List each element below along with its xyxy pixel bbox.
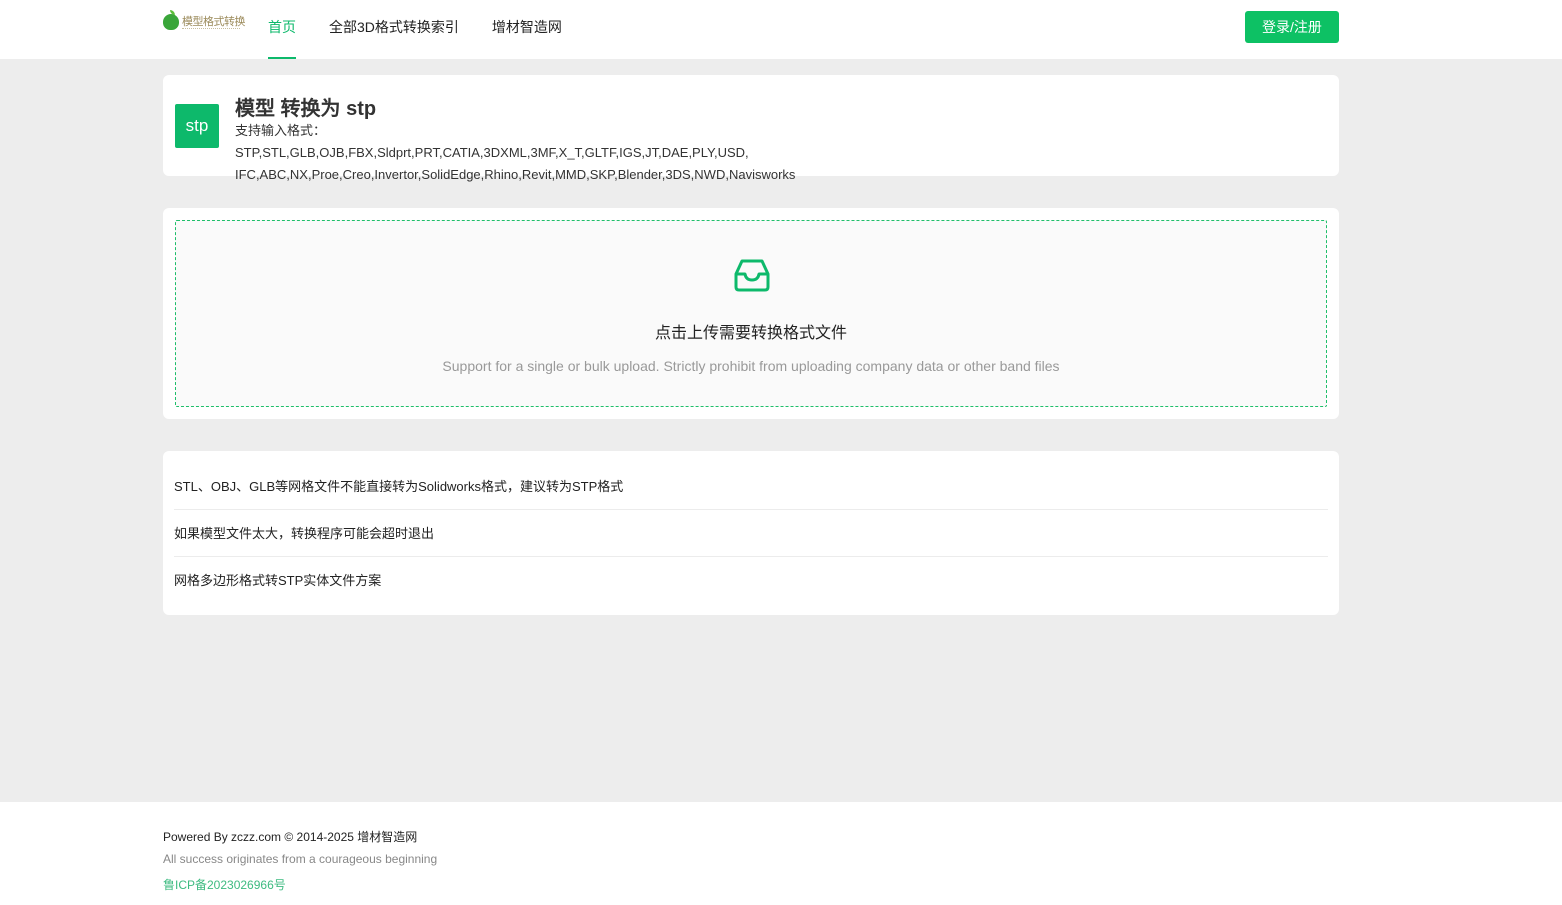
logo-underline <box>182 28 240 30</box>
footer-slogan: All success originates from a courageous… <box>163 852 438 866</box>
upload-card: 点击上传需要转换格式文件 Support for a single or bul… <box>163 208 1339 419</box>
page-title: 模型 转换为 stp <box>235 98 377 120</box>
upload-dropzone[interactable]: 点击上传需要转换格式文件 Support for a single or bul… <box>175 220 1327 407</box>
apple-logo-icon <box>163 10 179 30</box>
tip-link[interactable]: 网格多边形格式转STP实体文件方案 <box>174 557 1328 604</box>
login-register-button[interactable]: 登录/注册 <box>1245 11 1339 43</box>
footer-icp-link[interactable]: 鲁ICP备2023026966号 <box>163 876 286 893</box>
top-navbar: 模型格式转换 首页 全部3D格式转换索引 增材智造网 登录/注册 <box>0 0 1562 59</box>
supported-formats: 支持输入格式：STP,STL,GLB,OJB,FBX,Sldprt,PRT,CA… <box>235 120 835 186</box>
nav-item-zczz[interactable]: 增材智造网 <box>478 0 576 59</box>
inbox-icon <box>734 259 770 292</box>
supported-formats-line-2: IFC,ABC,NX,Proe,Creo,Invertor,SolidEdge,… <box>235 167 796 182</box>
nav-item-format-index[interactable]: 全部3D格式转换索引 <box>315 0 473 59</box>
logo-text: 模型格式转换 <box>182 15 246 28</box>
footer-powered-by: Powered By zczz.com © 2014-2025 增材智造网 <box>163 830 418 844</box>
nav-item-home[interactable]: 首页 <box>254 0 310 59</box>
tip-link[interactable]: STL、OBJ、GLB等网格文件不能直接转为Solidworks格式，建议转为S… <box>174 463 1328 510</box>
converter-header-card: stp 模型 转换为 stp 支持输入格式：STP,STL,GLB,OJB,FB… <box>163 75 1339 182</box>
page-footer: Powered By zczz.com © 2014-2025 增材智造网 Al… <box>0 802 1562 905</box>
main-nav: 首页 全部3D格式转换索引 增材智造网 <box>254 0 576 59</box>
format-badge: stp <box>175 104 219 148</box>
upload-hint: Support for a single or bulk upload. Str… <box>442 358 1060 374</box>
tip-link[interactable]: 如果模型文件太大，转换程序可能会超时退出 <box>174 510 1328 557</box>
tips-card: STL、OBJ、GLB等网格文件不能直接转为Solidworks格式，建议转为S… <box>163 451 1339 615</box>
site-logo[interactable]: 模型格式转换 <box>163 10 246 32</box>
upload-text: 点击上传需要转换格式文件 <box>654 325 847 342</box>
supported-formats-line-1: 支持输入格式：STP,STL,GLB,OJB,FBX,Sldprt,PRT,CA… <box>235 123 749 160</box>
